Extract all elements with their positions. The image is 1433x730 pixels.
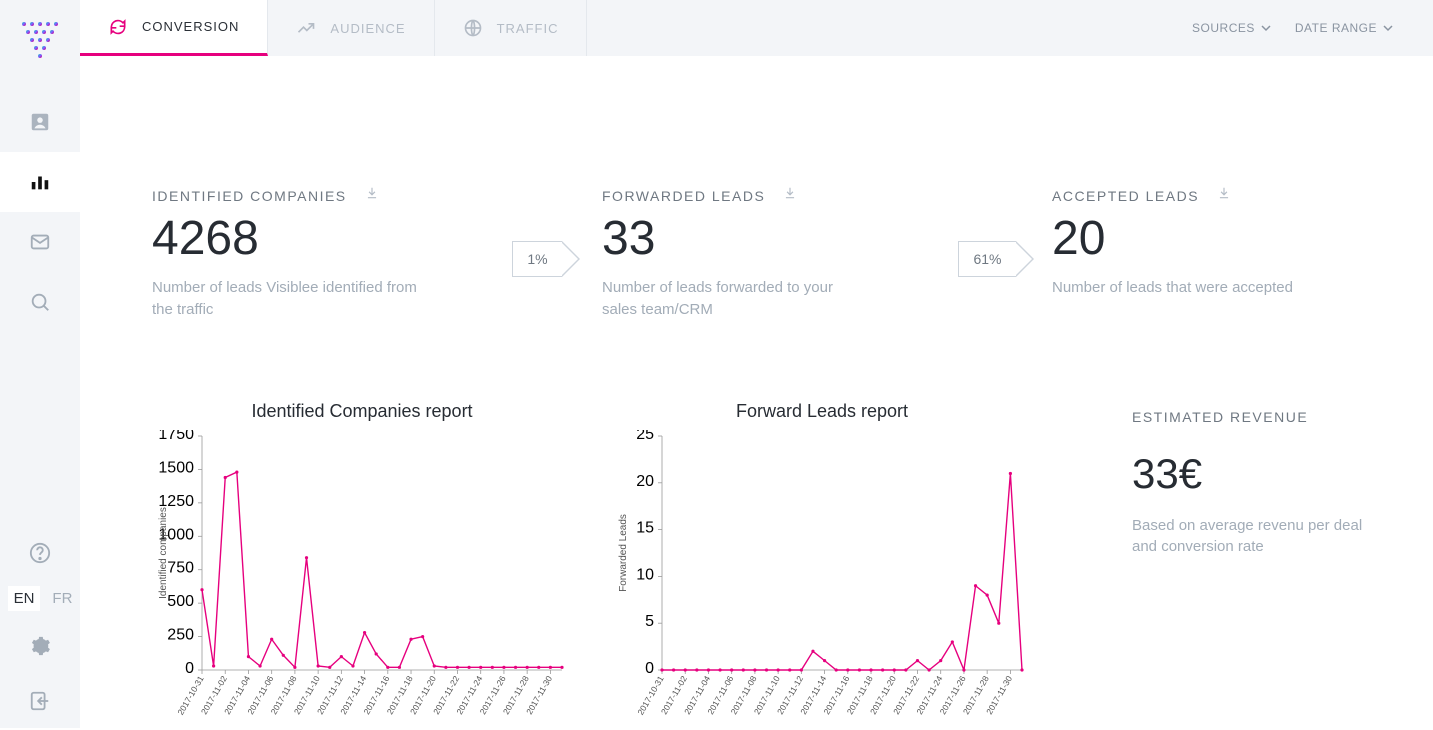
svg-text:0: 0	[645, 660, 654, 677]
kpi-value: 20	[1052, 215, 1372, 263]
svg-text:750: 750	[167, 559, 194, 576]
svg-text:5: 5	[645, 613, 654, 630]
kpi-title: ACCEPTED LEADS	[1052, 188, 1199, 204]
nav-analytics[interactable]	[0, 152, 80, 212]
chart-forwarded-leads: Forward Leads report 0 5 10 15 20 25 Forwarded…	[612, 401, 1032, 730]
download-button[interactable]	[1217, 186, 1231, 205]
top-tab-bar: CONVERSION AUDIENCE TRAFFIC SOURCES DATE…	[80, 0, 1433, 56]
tab-traffic[interactable]: TRAFFIC	[435, 0, 588, 56]
charts-row: Identified Companies report 025050075010…	[152, 401, 1373, 730]
filter-label: SOURCES	[1192, 21, 1255, 35]
badge-value: 61%	[973, 251, 1001, 267]
bar-chart-icon	[29, 171, 51, 193]
kpi-forwarded-leads: FORWARDED LEADS 33 Number of leads forwa…	[602, 186, 922, 321]
svg-text:1500: 1500	[158, 459, 194, 476]
svg-text:15: 15	[636, 519, 654, 536]
kpi-identified-companies: IDENTIFIED COMPANIES 4268 Number of lead…	[152, 186, 472, 321]
svg-text:0: 0	[185, 660, 194, 677]
kpi-accepted-leads: ACCEPTED LEADS 20 Number of leads that w…	[1052, 186, 1372, 299]
globe-icon	[463, 18, 483, 38]
svg-text:500: 500	[167, 593, 194, 610]
svg-text:Identified companies: Identified companies	[158, 507, 169, 599]
kpi-title: IDENTIFIED COMPANIES	[152, 188, 347, 204]
chart-title: Forward Leads report	[612, 401, 1032, 422]
refresh-icon	[108, 17, 128, 37]
chart-canvas: 02505007501000125015001750Identified com…	[152, 430, 572, 730]
svg-text:1750: 1750	[158, 430, 194, 443]
help-circle-icon	[29, 542, 51, 564]
language-switch[interactable]: EN FR	[0, 578, 80, 618]
filter-label: DATE RANGE	[1295, 21, 1377, 35]
download-button[interactable]	[783, 186, 797, 205]
search-icon	[29, 291, 51, 313]
svg-text:250: 250	[167, 626, 194, 643]
app-logo	[18, 18, 62, 62]
trend-up-icon	[296, 18, 316, 38]
chevron-down-icon	[1383, 23, 1393, 33]
kpi-desc: Number of leads that were accepted	[1052, 277, 1322, 299]
svg-text:Forwarded Leads: Forwarded Leads	[618, 514, 629, 592]
chart-title: Identified Companies report	[152, 401, 572, 422]
mail-icon	[29, 231, 51, 253]
gear-icon	[29, 635, 51, 657]
estimated-revenue: ESTIMATED REVENUE 33€ Based on average r…	[1132, 401, 1373, 730]
nav-account[interactable]	[0, 92, 80, 152]
chart-canvas: 0510152025Forwarded Leads2017-10-312017-…	[612, 430, 1032, 730]
tab-conversion[interactable]: CONVERSION	[80, 0, 268, 56]
tab-label: TRAFFIC	[497, 21, 559, 36]
conversion-badge-identified-to-forwarded: 1%	[472, 186, 602, 277]
main-content: IDENTIFIED COMPANIES 4268 Number of lead…	[80, 56, 1433, 728]
chevron-down-icon	[1261, 23, 1271, 33]
download-icon	[783, 186, 797, 200]
conversion-badge-forwarded-to-accepted: 61%	[922, 186, 1052, 277]
filter-bar: SOURCES DATE RANGE	[1192, 0, 1433, 56]
sidebar: EN FR	[0, 0, 80, 728]
nav-search[interactable]	[0, 272, 80, 332]
badge-value: 1%	[527, 251, 547, 267]
nav-settings[interactable]	[0, 618, 80, 673]
svg-text:10: 10	[636, 566, 654, 583]
svg-text:25: 25	[636, 430, 654, 443]
kpi-title: FORWARDED LEADS	[602, 188, 765, 204]
svg-text:20: 20	[636, 472, 654, 489]
chart-identified-companies: Identified Companies report 025050075010…	[152, 401, 572, 730]
kpi-row: IDENTIFIED COMPANIES 4268 Number of lead…	[152, 186, 1373, 321]
filter-sources[interactable]: SOURCES	[1192, 21, 1271, 35]
download-icon	[365, 186, 379, 200]
kpi-desc: Number of leads forwarded to your sales …	[602, 277, 872, 321]
kpi-value: 4268	[152, 215, 472, 263]
tab-audience[interactable]: AUDIENCE	[268, 0, 434, 56]
kpi-desc: Based on average revenu per deal and con…	[1132, 515, 1373, 559]
kpi-desc: Number of leads Visiblee identified from…	[152, 277, 422, 321]
download-icon	[1217, 186, 1231, 200]
download-button[interactable]	[365, 186, 379, 205]
filter-date-range[interactable]: DATE RANGE	[1295, 21, 1393, 35]
lang-fr[interactable]: FR	[52, 590, 72, 607]
nav-help[interactable]	[0, 528, 80, 578]
kpi-value: 33	[602, 215, 922, 263]
logout-icon	[29, 690, 51, 712]
tab-label: AUDIENCE	[330, 21, 405, 36]
kpi-title: ESTIMATED REVENUE	[1132, 409, 1373, 425]
account-box-icon	[29, 111, 51, 133]
tab-label: CONVERSION	[142, 19, 239, 34]
lang-en[interactable]: EN	[8, 586, 41, 611]
nav-logout[interactable]	[0, 673, 80, 728]
nav-messages[interactable]	[0, 212, 80, 272]
kpi-value: 33€	[1132, 453, 1373, 495]
